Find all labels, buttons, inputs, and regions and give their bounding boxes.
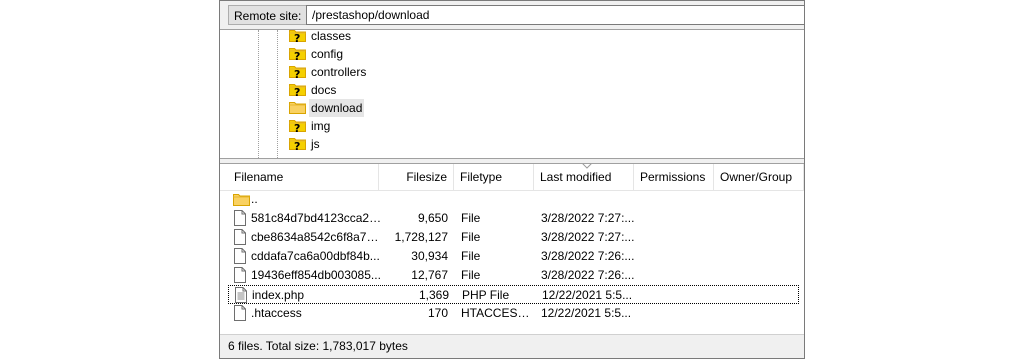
filetype-cell: File bbox=[461, 249, 481, 263]
remote-site-bar: Remote site: bbox=[220, 0, 804, 30]
folder-icon bbox=[233, 193, 250, 206]
tree-guide-line bbox=[277, 30, 278, 158]
file-icon bbox=[234, 210, 246, 226]
parent-directory-row[interactable]: .. bbox=[228, 190, 799, 209]
question-mark-icon: ? bbox=[294, 86, 301, 99]
filesize-cell: 9,650 bbox=[417, 211, 448, 225]
filesize-cell: 1,728,127 bbox=[394, 230, 448, 244]
last-modified-cell: 12/22/2021 5:5... bbox=[542, 288, 633, 302]
unknown-folder-icon: ? bbox=[289, 30, 306, 45]
filetype-cell: HTACCESS ... bbox=[461, 306, 536, 320]
unknown-folder-icon: ? bbox=[289, 83, 306, 99]
question-mark-icon: ? bbox=[294, 122, 301, 135]
last-modified-cell: 3/28/2022 7:26:... bbox=[541, 268, 635, 282]
filename-cell: index.php bbox=[252, 288, 305, 302]
filename-cell: cddafa7ca6a00dbf84b... bbox=[251, 249, 380, 263]
file-row[interactable]: index.php 1,369 PHP File 12/22/2021 5:5... bbox=[228, 285, 799, 304]
php-file-icon bbox=[235, 287, 247, 303]
file-row[interactable]: .htaccess 170 HTACCESS ... 12/22/2021 5:5..… bbox=[228, 304, 799, 323]
folder-icon bbox=[289, 101, 306, 114]
file-icon bbox=[234, 305, 246, 321]
filesize-cell: 30,934 bbox=[411, 249, 448, 263]
tree-folder-label: img bbox=[311, 119, 331, 133]
filetype-cell: File bbox=[461, 268, 481, 282]
filename-cell: 19436eff854db003085... bbox=[251, 268, 381, 282]
tree-guide-line bbox=[258, 30, 259, 158]
filename-cell: 581c84d7bd4123cca20... bbox=[251, 211, 383, 225]
tree-folder-label: classes bbox=[311, 30, 352, 43]
question-mark-icon: ? bbox=[294, 140, 301, 153]
file-row[interactable]: cbe8634a8542c6f8a79... 1,728,127 File 3/28/… bbox=[228, 228, 799, 247]
unknown-folder-icon: ? bbox=[289, 119, 306, 135]
column-header-filetype[interactable]: Filetype bbox=[454, 164, 534, 190]
remote-path-input[interactable] bbox=[306, 5, 804, 25]
tree-folder-label: docs bbox=[311, 83, 337, 97]
last-modified-cell: 12/22/2021 5:5... bbox=[541, 306, 632, 320]
column-header-last-modified[interactable]: Last modified bbox=[534, 164, 634, 190]
unknown-folder-icon: ? bbox=[289, 137, 306, 153]
filename-cell: .. bbox=[251, 192, 258, 206]
column-header-filesize[interactable]: Filesize bbox=[379, 164, 454, 190]
column-header-permissions[interactable]: Permissions bbox=[634, 164, 714, 190]
last-modified-cell: 3/28/2022 7:27:... bbox=[541, 211, 635, 225]
file-row[interactable]: cddafa7ca6a00dbf84b... 30,934 File 3/28/202… bbox=[228, 247, 799, 266]
remote-file-list: Filename Filesize Filetype Last modified Per… bbox=[220, 164, 804, 334]
tree-folder-label: js bbox=[311, 137, 320, 151]
tree-folder-label: controllers bbox=[311, 65, 367, 79]
remote-pane: Remote site: ? classes? config? controllers… bbox=[219, 0, 805, 359]
filetype-cell: File bbox=[461, 230, 481, 244]
last-modified-cell: 3/28/2022 7:26:... bbox=[541, 249, 635, 263]
filename-cell: .htaccess bbox=[251, 306, 302, 320]
question-mark-icon: ? bbox=[294, 68, 301, 81]
last-modified-cell: 3/28/2022 7:27:... bbox=[541, 230, 635, 244]
file-icon bbox=[234, 229, 246, 245]
file-icon bbox=[234, 248, 246, 264]
file-list-header: Filename Filesize Filetype Last modified Per… bbox=[220, 164, 804, 191]
filetype-cell: PHP File bbox=[462, 288, 510, 302]
question-mark-icon: ? bbox=[294, 32, 301, 45]
tree-folder-label: config bbox=[311, 47, 344, 61]
status-bar: 6 files. Total size: 1,783,017 bytes bbox=[220, 334, 804, 359]
remote-site-label: Remote site: bbox=[228, 5, 308, 25]
filetype-cell: File bbox=[461, 211, 481, 225]
column-header-owner-group[interactable]: Owner/Group bbox=[714, 164, 804, 190]
unknown-folder-icon: ? bbox=[289, 65, 306, 81]
filename-cell: cbe8634a8542c6f8a79... bbox=[251, 230, 383, 244]
question-mark-icon: ? bbox=[294, 50, 301, 63]
filesize-cell: 1,369 bbox=[418, 288, 449, 302]
filesize-cell: 12,767 bbox=[411, 268, 448, 282]
unknown-folder-icon: ? bbox=[289, 47, 306, 63]
file-row[interactable]: 19436eff854db003085... 12,767 File 3/28/202… bbox=[228, 266, 799, 285]
filesize-cell: 170 bbox=[427, 306, 448, 320]
file-icon bbox=[234, 267, 246, 283]
file-row[interactable]: 581c84d7bd4123cca20... 9,650 File 3/28/2022… bbox=[228, 209, 799, 228]
remote-directory-tree: ? classes? config? controllers? docs download… bbox=[220, 30, 804, 158]
tree-folder-label: download bbox=[309, 99, 365, 117]
column-header-filename[interactable]: Filename bbox=[228, 164, 379, 190]
